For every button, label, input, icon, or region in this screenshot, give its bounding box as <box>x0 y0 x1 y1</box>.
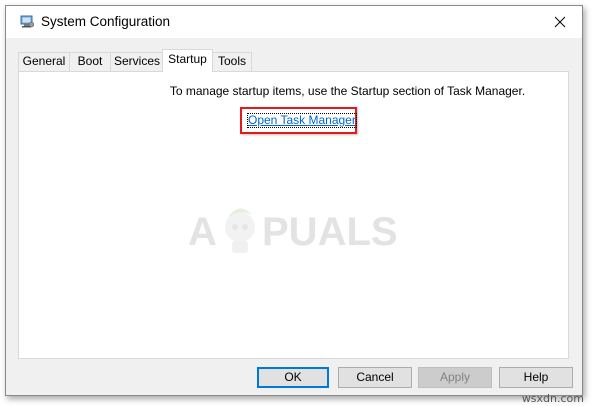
startup-panel: To manage startup items, use the Startup… <box>18 71 569 359</box>
title-bar[interactable]: System Configuration <box>6 6 582 38</box>
close-button[interactable] <box>538 6 582 38</box>
tab-label: Boot <box>77 54 103 68</box>
tab-label: Startup <box>168 52 207 66</box>
tab-startup[interactable]: Startup <box>162 49 213 72</box>
mascot-icon <box>225 208 255 253</box>
tab-general[interactable]: General <box>18 52 70 71</box>
help-button[interactable]: Help <box>499 367 573 388</box>
system-configuration-icon <box>20 15 35 28</box>
tab-tools[interactable]: Tools <box>212 52 252 71</box>
credit-text: wsxdn.com <box>521 392 584 405</box>
tab-boot[interactable]: Boot <box>69 52 111 71</box>
watermark-text-right: PUALS <box>262 210 398 254</box>
tab-services[interactable]: Services <box>110 52 164 71</box>
open-task-manager-link[interactable]: Open Task Manager <box>247 113 357 128</box>
system-configuration-window: System Configuration General Boot Servic… <box>5 5 583 396</box>
cancel-button[interactable]: Cancel <box>338 367 412 388</box>
tab-label: General <box>22 54 66 68</box>
highlight-box: Open Task Manager <box>240 107 357 134</box>
apply-button[interactable]: Apply <box>418 367 492 388</box>
watermark-text-left: A <box>188 210 217 254</box>
close-icon <box>554 16 566 28</box>
tab-label: Tools <box>217 54 246 68</box>
window-title: System Configuration <box>41 14 171 29</box>
tab-label: Services <box>113 54 160 68</box>
startup-info-text: To manage startup items, use the Startup… <box>169 84 526 98</box>
ok-button[interactable]: OK <box>257 367 329 388</box>
appuals-watermark: A PUALS <box>186 197 406 257</box>
